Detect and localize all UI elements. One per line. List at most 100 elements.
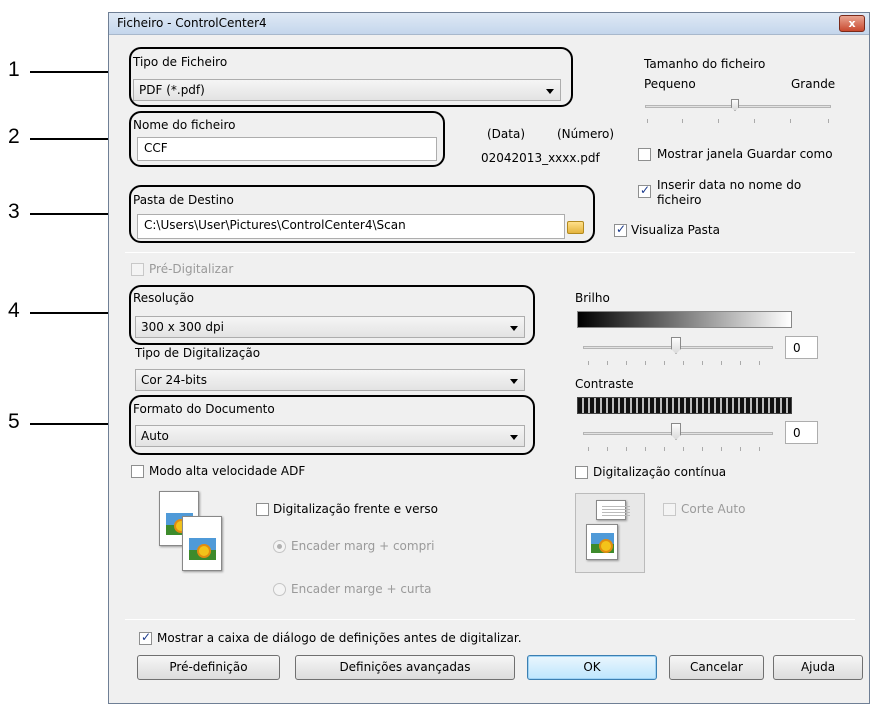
file-type-value: PDF (*.pdf)	[139, 83, 205, 97]
slider-tick	[702, 447, 703, 451]
contrast-label: Contraste	[575, 377, 634, 391]
scan-type-value: Cor 24-bits	[141, 373, 207, 387]
destination-field[interactable]: C:\Users\User\Pictures\ControlCenter4\Sc…	[137, 214, 565, 239]
auto-crop-preview	[575, 493, 645, 573]
callout-3: 3	[8, 200, 20, 223]
callout-2: 2	[8, 125, 20, 148]
resolution-select[interactable]: 300 x 300 dpi	[135, 316, 525, 338]
brightness-slider-thumb[interactable]	[671, 337, 681, 354]
number-placeholder-label: (Número)	[557, 127, 615, 141]
file-name-preview: 02042013_xxxx.pdf	[481, 151, 600, 165]
date-placeholder-label: (Data)	[487, 127, 526, 141]
duplex-checkbox[interactable]	[256, 503, 269, 516]
contrast-slider-thumb[interactable]	[671, 423, 681, 440]
cancel-button[interactable]: Cancelar	[669, 655, 764, 680]
chevron-down-icon	[510, 326, 518, 331]
resolution-label: Resolução	[133, 291, 195, 305]
prescan-checkbox[interactable]	[131, 263, 144, 276]
show-save-as-label: Mostrar janela Guardar como	[657, 147, 833, 161]
close-button[interactable]: x	[839, 15, 865, 32]
slider-tick	[759, 447, 760, 451]
chevron-down-icon	[510, 435, 518, 440]
destination-label: Pasta de Destino	[133, 193, 234, 207]
scan-type-select[interactable]: Cor 24-bits	[135, 369, 525, 391]
slider-tick	[588, 361, 589, 365]
show-settings-dialog-label: Mostrar a caixa de diálogo de definições…	[157, 631, 522, 645]
folder-browse-icon[interactable]	[567, 221, 584, 234]
chevron-down-icon	[546, 89, 554, 94]
duplex-short-edge-label: Encader marge + curta	[291, 582, 432, 596]
duplex-short-edge-radio[interactable]	[273, 583, 286, 596]
slider-tick	[682, 119, 683, 123]
slider-tick	[828, 119, 829, 123]
slider-tick	[740, 361, 741, 365]
brightness-label: Brilho	[575, 291, 610, 305]
brightness-gradient	[577, 311, 792, 328]
file-size-large-label: Grande	[791, 77, 836, 91]
callout-4: 4	[8, 299, 20, 322]
file-type-select[interactable]: PDF (*.pdf)	[133, 79, 561, 101]
show-save-as-checkbox[interactable]	[638, 148, 651, 161]
continuous-scan-checkbox[interactable]	[575, 466, 588, 479]
insert-date-checkbox[interactable]	[638, 183, 651, 198]
auto-crop-page-icon	[596, 500, 630, 520]
duplex-long-edge-radio[interactable]	[273, 540, 286, 553]
slider-tick	[683, 447, 684, 451]
duplex-long-edge-label: Encader marg + compri	[291, 539, 435, 553]
contrast-pattern	[577, 397, 792, 414]
view-folder-checkbox[interactable]	[614, 222, 627, 237]
slider-tick	[721, 361, 722, 365]
slider-tick	[664, 447, 665, 451]
contrast-value-field[interactable]: 0	[785, 421, 818, 444]
slider-tick	[664, 361, 665, 365]
slider-tick	[647, 119, 648, 123]
insert-date-label-line1: Inserir data no nome do	[657, 178, 802, 192]
slider-tick	[754, 119, 755, 123]
prescan-label: Pré-Digitalizar	[149, 262, 234, 276]
callout-1: 1	[8, 58, 20, 81]
brightness-value-field[interactable]: 0	[785, 336, 818, 359]
slider-tick	[588, 447, 589, 451]
adf-high-speed-checkbox[interactable]	[131, 465, 144, 478]
slider-tick	[759, 361, 760, 365]
section-divider	[125, 252, 855, 253]
slider-tick	[702, 361, 703, 365]
ok-button[interactable]: OK	[527, 655, 657, 680]
document-size-select[interactable]: Auto	[135, 425, 525, 447]
title-bar: Ficheiro - ControlCenter4 x	[109, 13, 869, 35]
default-settings-button[interactable]: Pré-definição	[137, 655, 280, 680]
slider-tick	[683, 361, 684, 365]
document-size-value: Auto	[141, 429, 169, 443]
file-size-label: Tamanho do ficheiro	[644, 57, 766, 71]
file-size-small-label: Pequeno	[644, 77, 696, 91]
help-button[interactable]: Ajuda	[773, 655, 863, 680]
scan-type-label: Tipo de Digitalização	[135, 346, 261, 360]
window-title: Ficheiro - ControlCenter4	[117, 16, 267, 30]
slider-tick	[645, 361, 646, 365]
view-folder-label: Visualiza Pasta	[631, 223, 720, 237]
file-name-field[interactable]: CCF	[137, 137, 437, 161]
slider-tick	[645, 447, 646, 451]
duplex-page-back-icon	[182, 516, 222, 571]
adf-high-speed-label: Modo alta velocidade ADF	[149, 464, 306, 478]
slider-tick	[740, 447, 741, 451]
advanced-settings-button[interactable]: Definições avançadas	[295, 655, 515, 680]
slider-tick	[718, 119, 719, 123]
callout-5: 5	[8, 410, 20, 433]
insert-date-label-line2: ficheiro	[657, 193, 702, 207]
auto-crop-checkbox[interactable]	[663, 503, 676, 516]
file-name-label: Nome do ficheiro	[133, 118, 236, 132]
continuous-scan-label: Digitalização contínua	[593, 465, 727, 479]
show-settings-dialog-checkbox[interactable]	[139, 630, 152, 645]
auto-crop-photo-icon	[586, 524, 618, 560]
slider-tick	[626, 361, 627, 365]
document-size-label: Formato do Documento	[133, 402, 275, 416]
slider-tick	[790, 119, 791, 123]
duplex-label: Digitalização frente e verso	[273, 502, 439, 516]
slider-tick	[721, 447, 722, 451]
scan-to-file-dialog: Ficheiro - ControlCenter4 x Tipo de Fich…	[108, 12, 870, 704]
slider-tick	[607, 447, 608, 451]
slider-tick	[626, 447, 627, 451]
file-size-slider-thumb[interactable]	[731, 99, 739, 111]
slider-tick	[607, 361, 608, 365]
